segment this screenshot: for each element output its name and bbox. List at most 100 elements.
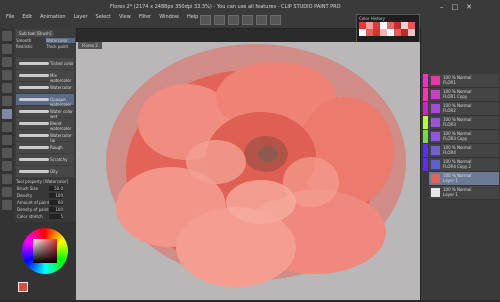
group-realistic[interactable]: Realistic bbox=[16, 44, 45, 49]
menu-window[interactable]: Window bbox=[159, 14, 179, 20]
layer-item[interactable]: 100 % Normal Layer 1 bbox=[429, 172, 499, 186]
color-wheel[interactable] bbox=[22, 228, 68, 274]
group-watercolor[interactable]: Watercolor bbox=[46, 38, 75, 43]
layer-color-tag bbox=[423, 158, 428, 171]
layer-color-tag bbox=[423, 116, 428, 129]
history-swatch[interactable] bbox=[380, 29, 387, 36]
group-thick-paint[interactable]: Thick paint bbox=[46, 44, 75, 49]
layer-item[interactable]: 100 % Normal FLOR4 Copy 2 bbox=[429, 158, 499, 172]
close-icon[interactable]: ✕ bbox=[466, 3, 472, 11]
layer-item[interactable]: 100 % Normal Layer 1 bbox=[429, 186, 499, 200]
group-smooth[interactable]: Smooth bbox=[16, 38, 45, 43]
history-swatch[interactable] bbox=[394, 22, 401, 29]
airbrush-tool-icon[interactable] bbox=[2, 122, 12, 132]
brush-item[interactable]: Mix watercolor bbox=[16, 70, 74, 83]
layer-thumbnail bbox=[431, 146, 440, 155]
pen-tool-icon[interactable] bbox=[2, 83, 12, 93]
history-swatch[interactable] bbox=[401, 29, 408, 36]
history-swatch[interactable] bbox=[387, 29, 394, 36]
layer-name: FLOR2 bbox=[443, 107, 456, 113]
maximize-icon[interactable]: □ bbox=[452, 3, 459, 11]
layer-thumbnail bbox=[431, 76, 440, 85]
layer-item[interactable]: 100 % Normal FLOR1 bbox=[429, 74, 499, 88]
layer-color-tag bbox=[423, 186, 428, 199]
history-swatch[interactable] bbox=[394, 29, 401, 36]
redo-icon[interactable] bbox=[214, 15, 225, 25]
brush-item-selected[interactable]: Opaque watercolor bbox=[16, 94, 74, 107]
minimize-icon[interactable]: – bbox=[440, 3, 444, 11]
zoom-tool-icon[interactable] bbox=[2, 44, 12, 54]
snap-icon[interactable] bbox=[242, 15, 253, 25]
brush-item[interactable]: Tinted color bbox=[16, 58, 74, 69]
layer-thumbnail bbox=[431, 118, 440, 127]
tool-property-panel: Tool property [Watercolor] Brush Size 50.… bbox=[14, 178, 77, 222]
transform-icon[interactable] bbox=[228, 15, 239, 25]
layer-name: FLOR4 Copy 2 bbox=[443, 163, 472, 169]
subtool-tab[interactable]: Sub tool [Brush] bbox=[16, 30, 55, 37]
brush-item[interactable]: Water color wet bbox=[16, 106, 74, 119]
main-color-swatch[interactable] bbox=[18, 282, 28, 292]
layer-item[interactable]: 100 % Normal FLOR1 Copy bbox=[429, 88, 499, 102]
eyedropper-tool-icon[interactable] bbox=[2, 70, 12, 80]
brush-item[interactable]: Rough bbox=[16, 142, 74, 153]
canvas[interactable] bbox=[76, 42, 420, 300]
figure-tool-icon[interactable] bbox=[2, 187, 12, 197]
grid-icon[interactable] bbox=[256, 15, 267, 25]
undo-icon[interactable] bbox=[200, 15, 211, 25]
history-swatch[interactable] bbox=[366, 22, 373, 29]
property-value[interactable]: 100 bbox=[49, 207, 63, 212]
blend-tool-icon[interactable] bbox=[2, 135, 12, 145]
brush-item[interactable]: Scratchy bbox=[16, 154, 74, 165]
history-swatch[interactable] bbox=[408, 22, 415, 29]
layer-color-tag bbox=[423, 172, 428, 185]
layer-item[interactable]: 100 % Normal FLOR2 bbox=[429, 102, 499, 116]
history-swatch[interactable] bbox=[366, 29, 373, 36]
history-swatch[interactable] bbox=[408, 29, 415, 36]
property-value[interactable]: 60 bbox=[49, 200, 63, 205]
menu-edit[interactable]: Edit bbox=[22, 14, 32, 20]
layer-color-tag bbox=[423, 88, 428, 101]
menu-select[interactable]: Select bbox=[96, 14, 111, 20]
select-tool-icon[interactable] bbox=[2, 57, 12, 67]
layer-thumbnail bbox=[431, 188, 440, 197]
menu-file[interactable]: File bbox=[6, 14, 14, 20]
layer-item[interactable]: 100 % Normal FLOR3 bbox=[429, 116, 499, 130]
layer-item[interactable]: 100 % Normal FLOR4 bbox=[429, 144, 499, 158]
brush-item[interactable]: Watercolor tip bbox=[16, 130, 74, 143]
move-tool-icon[interactable] bbox=[2, 31, 12, 41]
layer-name: Layer 1 bbox=[443, 177, 458, 183]
text-tool-icon[interactable] bbox=[2, 200, 12, 210]
history-swatch[interactable] bbox=[380, 22, 387, 29]
layer-thumbnail bbox=[431, 160, 440, 169]
tool-property-tab[interactable]: Tool property [Watercolor] bbox=[16, 179, 68, 184]
layer-color-tag bbox=[423, 102, 428, 115]
color-square[interactable] bbox=[33, 239, 57, 263]
history-swatch[interactable] bbox=[401, 22, 408, 29]
history-swatch[interactable] bbox=[373, 29, 380, 36]
menu-filter[interactable]: Filter bbox=[139, 14, 151, 20]
gradient-tool-icon[interactable] bbox=[2, 174, 12, 184]
fill-tool-icon[interactable] bbox=[2, 161, 12, 171]
brush-item[interactable]: Blend watercolor bbox=[16, 118, 74, 131]
menu-layer[interactable]: Layer bbox=[74, 14, 88, 20]
eraser-tool-icon[interactable] bbox=[2, 148, 12, 158]
pencil-tool-icon[interactable] bbox=[2, 96, 12, 106]
property-value[interactable]: 5 bbox=[49, 214, 63, 219]
brush-tool-icon[interactable] bbox=[2, 109, 12, 119]
layer-color-tag bbox=[423, 144, 428, 157]
brush-item[interactable]: Oily bbox=[16, 166, 74, 177]
menu-animation[interactable]: Animation bbox=[40, 14, 66, 20]
menu-help[interactable]: Help bbox=[187, 14, 198, 20]
canvas-tab[interactable]: Flores 2 bbox=[78, 42, 102, 49]
menu-view[interactable]: View bbox=[119, 14, 131, 20]
ruler-icon[interactable] bbox=[270, 15, 281, 25]
property-value[interactable]: 100 bbox=[49, 193, 63, 198]
history-swatch[interactable] bbox=[359, 22, 366, 29]
brush-item[interactable]: Watercolor bbox=[16, 82, 74, 93]
property-value[interactable]: 50.0 bbox=[49, 186, 63, 191]
history-swatch[interactable] bbox=[373, 22, 380, 29]
history-swatch[interactable] bbox=[359, 29, 366, 36]
layer-item[interactable]: 100 % Normal FLOR3 Copy bbox=[429, 130, 499, 144]
history-swatch[interactable] bbox=[387, 22, 394, 29]
layer-color-tag bbox=[423, 74, 428, 87]
